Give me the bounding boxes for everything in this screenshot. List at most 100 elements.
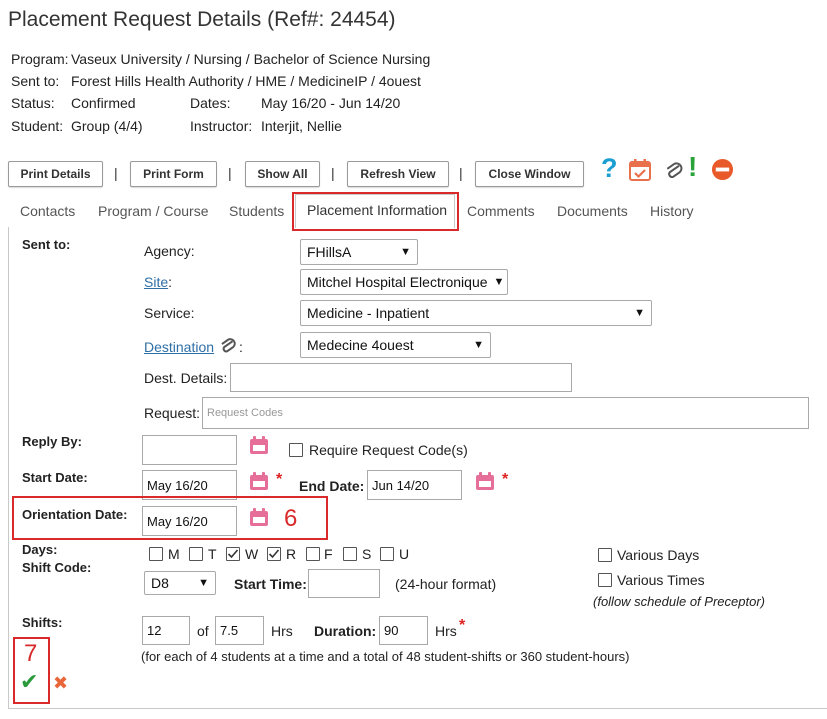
instructor-label: Instructor: — [190, 118, 253, 134]
shifts-label: Shifts: — [22, 615, 63, 630]
shifts-input[interactable]: 12 — [142, 616, 190, 645]
reply-by-input[interactable] — [142, 435, 237, 465]
cancel-x-icon[interactable]: ✖ — [53, 673, 68, 693]
day-checkbox-f[interactable] — [306, 547, 320, 561]
refresh-view-button[interactable]: Refresh View — [347, 161, 449, 187]
active-tab-highlight — [292, 192, 459, 231]
day-label-s: S — [362, 546, 372, 562]
shift-hours-input[interactable]: 7.5 — [215, 616, 264, 645]
calendar-icon[interactable] — [475, 471, 495, 491]
sent-to-label: Sent to: — [11, 73, 60, 89]
paperclip-icon[interactable] — [664, 160, 684, 182]
exclamation-icon[interactable]: ! — [688, 152, 697, 182]
required-marker: * — [502, 471, 509, 488]
various-times-checkbox[interactable] — [598, 573, 612, 587]
day-checkbox-r[interactable] — [267, 547, 281, 561]
shift-code-select[interactable]: D8 ▼ — [144, 571, 216, 595]
service-select-value: Medicine - Inpatient — [307, 305, 430, 321]
site-link[interactable]: Site — [144, 274, 168, 290]
destination-link[interactable]: Destination — [144, 339, 214, 355]
agency-select-value: FHillsA — [307, 244, 352, 260]
required-marker: * — [276, 471, 283, 488]
shift-code-label: Shift Code: — [22, 560, 92, 575]
day-label-m: M — [168, 546, 180, 562]
duration-label: Duration: — [314, 623, 377, 639]
day-label-f: F — [324, 546, 333, 562]
toolbar-separator: | — [228, 165, 232, 181]
print-form-button[interactable]: Print Form — [130, 161, 217, 187]
program-label: Program: — [11, 51, 69, 67]
dropdown-arrow-icon: ▼ — [400, 246, 411, 258]
tab-comments[interactable]: Comments — [467, 203, 535, 219]
hrs-label: Hrs — [271, 623, 293, 639]
annotation-step-6: 6 — [284, 505, 298, 532]
tab-program-course[interactable]: Program / Course — [98, 203, 208, 219]
student-label: Student: — [11, 118, 64, 134]
sent-to-section-label: Sent to: — [22, 237, 71, 252]
help-icon[interactable]: ? — [601, 153, 618, 183]
tab-students[interactable]: Students — [229, 203, 284, 219]
of-label: of — [197, 623, 209, 639]
various-days-label: Various Days — [617, 547, 700, 563]
site-select-value: Mitchel Hospital Electronique — [307, 274, 488, 290]
day-checkbox-t[interactable] — [189, 547, 203, 561]
day-checkbox-m[interactable] — [149, 547, 163, 561]
days-label: Days: — [22, 542, 58, 557]
no-entry-icon[interactable] — [711, 158, 734, 181]
follow-schedule-note: (follow schedule of Preceptor) — [593, 594, 765, 609]
start-time-input[interactable] — [308, 569, 380, 598]
day-label-r: R — [286, 546, 297, 562]
dest-details-input[interactable] — [230, 363, 572, 392]
toolbar-separator: | — [459, 165, 463, 181]
calendar-icon[interactable] — [249, 471, 269, 491]
duration-input[interactable]: 90 — [379, 616, 428, 645]
service-select[interactable]: Medicine - Inpatient ▼ — [300, 300, 652, 326]
end-date-input[interactable]: Jun 14/20 — [367, 470, 462, 500]
student-value: Group (4/4) — [71, 118, 143, 134]
tab-documents[interactable]: Documents — [557, 203, 628, 219]
show-all-button[interactable]: Show All — [245, 161, 320, 187]
paperclip-icon[interactable] — [219, 336, 237, 356]
require-request-code-checkbox[interactable] — [289, 443, 303, 457]
close-window-button[interactable]: Close Window — [475, 161, 584, 187]
request-label: Request: — [144, 405, 201, 421]
program-value: Vaseux University / Nursing / Bachelor o… — [71, 51, 431, 67]
start-time-label: Start Time: — [234, 576, 307, 592]
various-days-checkbox[interactable] — [598, 548, 612, 562]
sent-to-value: Forest Hills Health Authority / HME / Me… — [71, 73, 421, 89]
tab-contacts[interactable]: Contacts — [20, 203, 75, 219]
status-value: Confirmed — [71, 95, 136, 111]
various-times-label: Various Times — [617, 572, 705, 588]
time-format-note: (24-hour format) — [395, 576, 497, 592]
save-check-icon[interactable]: ✔ — [20, 670, 38, 694]
dates-label: Dates: — [190, 95, 231, 111]
day-label-u: U — [399, 546, 410, 562]
page-title: Placement Request Details (Ref#: 24454) — [8, 8, 396, 31]
toolbar-separator: | — [114, 165, 118, 181]
print-details-button[interactable]: Print Details — [8, 161, 103, 187]
day-checkbox-w[interactable] — [226, 547, 240, 561]
day-checkbox-s[interactable] — [343, 547, 357, 561]
end-date-label: End Date: — [299, 478, 365, 494]
day-label-t: T — [208, 546, 217, 562]
start-date-label: Start Date: — [22, 470, 88, 485]
destination-select[interactable]: Medecine 4ouest ▼ — [300, 332, 491, 358]
reply-by-label: Reply By: — [22, 434, 82, 449]
shift-code-select-value: D8 — [151, 575, 169, 591]
dropdown-arrow-icon: ▼ — [493, 276, 505, 288]
dest-details-label: Dest. Details: — [144, 370, 228, 386]
day-checkbox-u[interactable] — [380, 547, 394, 561]
day-label-w: W — [245, 546, 259, 562]
request-codes-input[interactable]: Request Codes — [202, 397, 809, 429]
dropdown-arrow-icon: ▼ — [634, 307, 645, 319]
destination-colon: : — [239, 339, 243, 355]
calendar-check-icon[interactable] — [628, 158, 652, 182]
agency-select[interactable]: FHillsA ▼ — [300, 239, 418, 265]
destination-label-row: Destination — [144, 339, 214, 355]
site-select[interactable]: Mitchel Hospital Electronique ▼ — [300, 269, 508, 295]
status-label: Status: — [11, 95, 55, 111]
tab-history[interactable]: History — [650, 203, 694, 219]
calendar-icon[interactable] — [249, 435, 269, 455]
destination-select-value: Medecine 4ouest — [307, 337, 414, 353]
dates-value: May 16/20 - Jun 14/20 — [261, 95, 401, 111]
